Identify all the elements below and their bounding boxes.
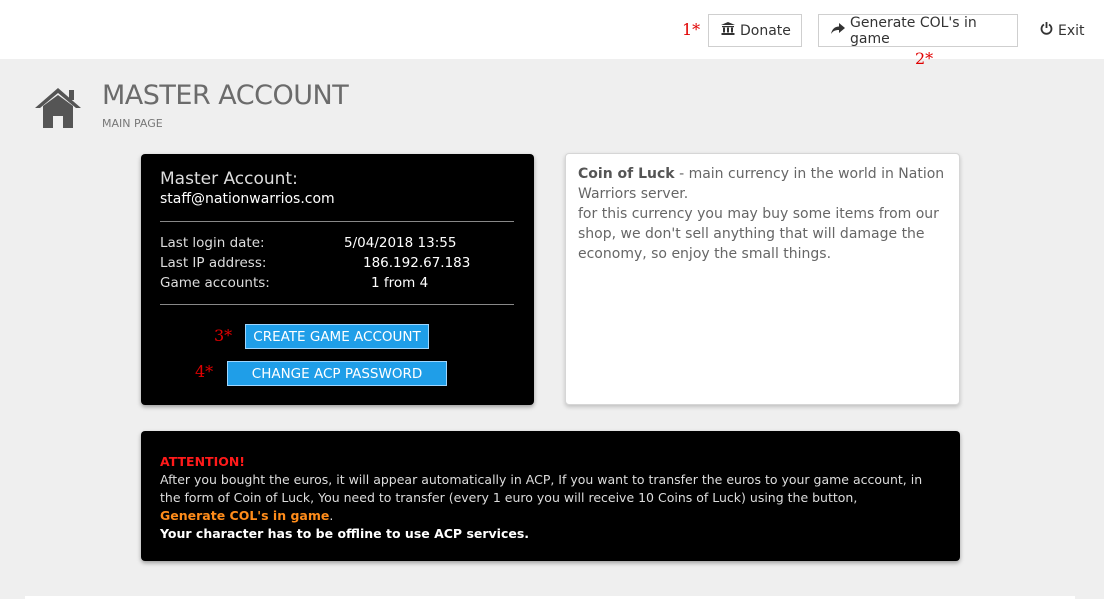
exit-button[interactable]: Exit (1040, 14, 1085, 47)
generate-cols-label: Generate COL's in game (850, 14, 977, 47)
page-subtitle: MAIN PAGE (102, 117, 163, 130)
account-email: staff@nationwarrios.com (160, 191, 335, 207)
account-heading: Master Account: (160, 169, 298, 189)
donate-button[interactable]: Donate (708, 14, 802, 47)
attention-panel: ATTENTION! After you bought the euros, i… (141, 431, 960, 561)
bank-icon (721, 22, 735, 39)
attention-heading: ATTENTION! (160, 454, 246, 469)
donate-label: Donate (740, 22, 791, 39)
attention-link-suffix: . (329, 508, 334, 523)
annotation-marker-4: 4* (195, 362, 214, 381)
offline-warning: Your character has to be offline to use … (160, 526, 530, 541)
last-login-value: 5/04/2018 13:55 (344, 235, 457, 251)
last-ip-label: Last IP address: (160, 255, 267, 271)
top-bar: 1* Donate Generate COL's in game Exit (0, 0, 1104, 59)
last-ip-value: 186.192.67.183 (363, 255, 471, 271)
attention-link-line: Generate COL's in game. (160, 507, 941, 525)
divider (160, 221, 514, 222)
create-game-account-button[interactable]: CREATE GAME ACCOUNT (245, 324, 429, 349)
info-term: Coin of Luck (578, 166, 675, 182)
annotation-marker-3: 3* (214, 326, 233, 345)
page-title: MASTER ACCOUNT (102, 80, 349, 111)
exit-label: Exit (1058, 22, 1085, 39)
change-acp-password-button[interactable]: CHANGE ACP PASSWORD (227, 361, 447, 386)
coin-of-luck-info-panel: Coin of Luck - main currency in the worl… (565, 153, 960, 405)
divider (160, 304, 514, 305)
master-account-card: Master Account: staff@nationwarrios.com … (141, 154, 534, 405)
game-accounts-label: Game accounts: (160, 275, 270, 291)
share-arrow-icon (831, 22, 845, 39)
last-login-label: Last login date: (160, 235, 265, 251)
power-icon (1040, 22, 1053, 39)
info-line-1: Coin of Luck - main currency in the worl… (578, 164, 947, 204)
game-accounts-value: 1 from 4 (371, 275, 429, 291)
annotation-marker-1: 1* (682, 20, 701, 39)
annotation-marker-2: 2* (915, 49, 934, 68)
info-line-2: for this currency you may buy some items… (578, 206, 939, 262)
home-icon (33, 86, 83, 132)
generate-cols-button[interactable]: Generate COL's in game (818, 14, 1018, 47)
generate-cols-link[interactable]: Generate COL's in game (160, 508, 329, 523)
attention-body: After you bought the euros, it will appe… (160, 472, 923, 505)
